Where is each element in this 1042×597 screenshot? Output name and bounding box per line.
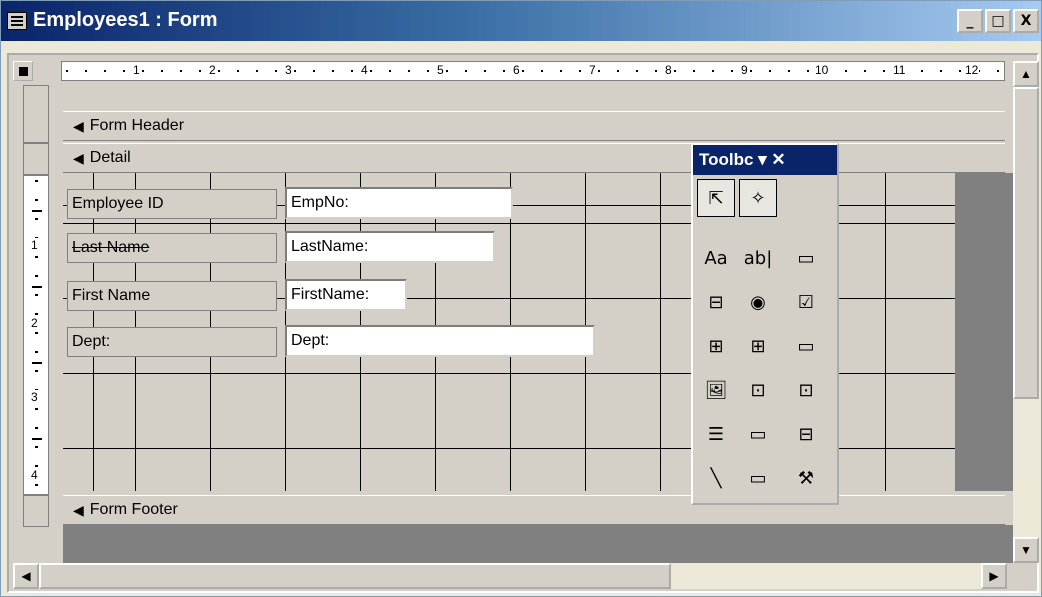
first-name-label[interactable]: First Name bbox=[67, 281, 277, 311]
toolbox-title[interactable]: Toolbc ▾ ✕ bbox=[693, 145, 837, 175]
detail-label: Detail bbox=[89, 149, 131, 166]
footer-section-selector[interactable] bbox=[23, 495, 49, 527]
detail-bar[interactable]: ◀ Detail bbox=[63, 143, 1005, 173]
tab-control-tool-icon[interactable]: ▭ bbox=[739, 415, 777, 453]
ruler-number: 3 bbox=[284, 63, 293, 77]
unbound-object-frame-tool-icon[interactable]: ⊡ bbox=[739, 371, 777, 409]
ruler-number: 7 bbox=[588, 63, 597, 77]
option-button-tool-icon[interactable]: ◉ bbox=[739, 283, 777, 321]
form-design-area: 1 2 3 4 5 6 7 8 9 10 11 12 1 2 3 4 ◀ For… bbox=[7, 53, 1039, 593]
more-controls-tool-icon[interactable]: ⚒ bbox=[787, 459, 825, 497]
ruler-number: 12 bbox=[964, 63, 980, 77]
lastname-textbox[interactable]: LastName: bbox=[285, 231, 495, 263]
ruler-number: 2 bbox=[31, 316, 38, 330]
horizontal-ruler[interactable]: 1 2 3 4 5 6 7 8 9 10 11 12 bbox=[61, 61, 1005, 81]
combo-box-tool-icon[interactable]: ⊞ bbox=[697, 327, 735, 365]
last-name-label[interactable]: Last Name bbox=[67, 233, 277, 263]
control-wizards-icon[interactable]: ✧ bbox=[739, 179, 777, 217]
form-design-window: Employees1 : Form _ □ X 1 2 3 4 5 6 7 8 … bbox=[0, 0, 1042, 597]
vertical-scroll-thumb[interactable] bbox=[1013, 87, 1039, 399]
horizontal-scrollbar[interactable]: ◀ ▶ bbox=[13, 563, 1007, 589]
ruler-number: 9 bbox=[740, 63, 749, 77]
rectangle-tool-icon[interactable]: ▭ bbox=[739, 459, 777, 497]
dept-label[interactable]: Dept: bbox=[67, 327, 277, 357]
form-header-label: Form Header bbox=[89, 117, 185, 134]
ruler-number: 4 bbox=[31, 468, 38, 482]
form-footer-bar[interactable]: ◀ Form Footer bbox=[63, 495, 1005, 525]
section-arrow-icon: ◀ bbox=[73, 117, 84, 134]
dept-textbox[interactable]: Dept: bbox=[285, 325, 595, 357]
check-box-tool-icon[interactable]: ☑ bbox=[787, 283, 825, 321]
ruler-number: 5 bbox=[436, 63, 445, 77]
employee-id-label[interactable]: Employee ID bbox=[67, 189, 277, 219]
window-title: Employees1 : Form bbox=[33, 9, 218, 31]
text-box-tool-icon[interactable]: ab| bbox=[739, 239, 777, 277]
ruler-number: 3 bbox=[31, 390, 38, 404]
section-arrow-icon: ◀ bbox=[73, 501, 84, 518]
scroll-left-button[interactable]: ◀ bbox=[13, 563, 39, 589]
bound-object-frame-tool-icon[interactable]: ⊡ bbox=[787, 371, 825, 409]
line-tool-icon[interactable]: ╲ bbox=[697, 459, 735, 497]
ruler-number: 1 bbox=[132, 63, 141, 77]
form-header-bar[interactable]: ◀ Form Header bbox=[63, 111, 1005, 141]
ruler-number: 10 bbox=[814, 63, 830, 77]
toggle-button-tool-icon[interactable]: ⊟ bbox=[697, 283, 735, 321]
firstname-textbox[interactable]: FirstName: bbox=[285, 279, 407, 311]
toolbox-panel[interactable]: Toolbc ▾ ✕ ⇱ ✧ Aa ab| ▭ ⊟ ◉ ☑ ⊞ ⊞ ▭ 🖼 ⊡ … bbox=[691, 143, 839, 505]
ruler-number: 1 bbox=[31, 238, 38, 252]
ruler-number: 2 bbox=[208, 63, 217, 77]
option-group-tool-icon[interactable]: ▭ bbox=[787, 239, 825, 277]
minimize-button[interactable]: _ bbox=[957, 9, 983, 33]
ruler-number: 4 bbox=[360, 63, 369, 77]
label-tool-icon[interactable]: Aa bbox=[697, 239, 735, 277]
detail-section-edge bbox=[955, 173, 1013, 491]
detail-section-selector[interactable] bbox=[23, 143, 49, 175]
subform-tool-icon[interactable]: ⊟ bbox=[787, 415, 825, 453]
scroll-down-button[interactable]: ▼ bbox=[1013, 537, 1039, 563]
scroll-right-button[interactable]: ▶ bbox=[981, 563, 1007, 589]
vertical-ruler[interactable]: 1 2 3 4 bbox=[23, 175, 49, 495]
page-break-tool-icon[interactable]: ☰ bbox=[697, 415, 735, 453]
list-box-tool-icon[interactable]: ⊞ bbox=[739, 327, 777, 365]
scroll-up-button[interactable]: ▲ bbox=[1013, 61, 1039, 87]
vertical-scrollbar[interactable]: ▲ ▼ bbox=[1013, 61, 1039, 563]
title-bar[interactable]: Employees1 : Form _ □ X bbox=[1, 1, 1041, 41]
maximize-button[interactable]: □ bbox=[985, 9, 1011, 33]
close-button[interactable]: X bbox=[1013, 9, 1039, 33]
form-selector[interactable] bbox=[13, 61, 33, 81]
form-footer-area[interactable] bbox=[63, 525, 1013, 563]
ruler-number: 6 bbox=[512, 63, 521, 77]
horizontal-scroll-thumb[interactable] bbox=[39, 563, 671, 589]
form-footer-label: Form Footer bbox=[89, 501, 178, 518]
command-button-tool-icon[interactable]: ▭ bbox=[787, 327, 825, 365]
empno-textbox[interactable]: EmpNo: bbox=[285, 187, 513, 219]
header-section-selector[interactable] bbox=[23, 85, 49, 143]
section-arrow-icon: ◀ bbox=[73, 149, 84, 166]
image-tool-icon[interactable]: 🖼 bbox=[697, 371, 735, 409]
form-icon bbox=[7, 12, 27, 30]
select-objects-icon[interactable]: ⇱ bbox=[697, 179, 735, 217]
ruler-number: 8 bbox=[664, 63, 673, 77]
ruler-number: 11 bbox=[892, 63, 907, 77]
